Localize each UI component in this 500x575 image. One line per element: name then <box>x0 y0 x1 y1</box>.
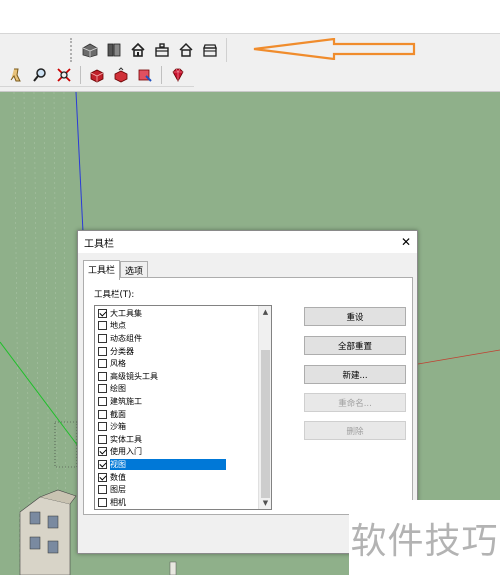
list-item-label: 绘图 <box>110 384 126 394</box>
list-item[interactable]: 绘图 <box>95 383 259 396</box>
dialog-tabs: 工具栏 选项 <box>83 259 149 280</box>
reset-button[interactable]: 重设 <box>304 307 406 326</box>
toolbar-list-items: 大工具集 地点 动态组件 分类器 风格 高级镜头工具 绘图 建筑施工 截面 沙箱… <box>95 307 259 509</box>
iso-view-button[interactable] <box>80 40 100 60</box>
views-toolbar <box>70 38 227 62</box>
top-view-icon <box>107 43 121 57</box>
extension-warehouse-icon <box>138 69 152 82</box>
list-item-label: 风格 <box>110 359 126 369</box>
front-view-icon <box>131 42 145 57</box>
list-item-label: 实体工具 <box>110 434 142 444</box>
checkbox[interactable] <box>98 422 107 432</box>
list-item[interactable]: 建筑施工 <box>95 395 259 408</box>
toolbar-separator <box>80 65 81 84</box>
checkbox[interactable] <box>98 497 107 507</box>
checkbox[interactable] <box>98 459 107 469</box>
extension-warehouse-button[interactable] <box>135 65 155 85</box>
right-view-button[interactable] <box>152 40 172 60</box>
list-item[interactable]: 使用入门 <box>95 446 259 459</box>
iso-view-icon <box>82 43 98 58</box>
checkbox[interactable] <box>98 359 107 369</box>
tools-toolbar <box>0 63 194 87</box>
list-item[interactable]: 截面 <box>95 408 259 421</box>
list-item-label: 相机 <box>110 497 126 507</box>
zoom-extents-icon <box>57 67 71 82</box>
scroll-up-icon[interactable]: ▲ <box>259 306 271 318</box>
list-item-label: 分类器 <box>110 346 134 356</box>
list-item-label: 地点 <box>110 321 126 331</box>
list-item-label: 图层 <box>110 485 126 495</box>
list-item-selected[interactable]: 视图 <box>95 458 259 471</box>
list-item[interactable]: 沙箱 <box>95 420 259 433</box>
scroll-down-icon[interactable]: ▼ <box>259 497 271 509</box>
walk-icon <box>10 68 21 81</box>
new-button[interactable]: 新建... <box>304 365 406 384</box>
zoom-extents-button[interactable] <box>54 65 74 85</box>
checkbox[interactable] <box>98 396 107 406</box>
ruby-button[interactable] <box>168 65 188 85</box>
rename-button[interactable]: 重命名... <box>304 393 406 412</box>
tab-panel: 工具栏(T): 大工具集 地点 动态组件 分类器 风格 高级镜头工具 绘图 建筑… <box>83 277 413 515</box>
checkbox[interactable] <box>98 321 107 331</box>
list-item-label: 大工具集 <box>110 308 142 318</box>
walk-button[interactable] <box>6 65 26 85</box>
zoom-icon <box>33 67 46 82</box>
watermark: 软件技巧 <box>349 500 500 575</box>
list-item[interactable]: 风格 <box>95 357 259 370</box>
list-item-label: 视图 <box>110 458 226 470</box>
front-view-button[interactable] <box>128 40 148 60</box>
right-view-icon <box>155 43 169 57</box>
list-item[interactable]: 地点 <box>95 320 259 333</box>
checkbox[interactable] <box>98 447 107 457</box>
annotation-arrow <box>253 38 416 60</box>
checkbox[interactable] <box>98 485 107 495</box>
checkbox[interactable] <box>98 472 107 482</box>
checkbox[interactable] <box>98 308 107 318</box>
back-view-button[interactable] <box>176 40 196 60</box>
toolbar-listbox[interactable]: 大工具集 地点 动态组件 分类器 风格 高级镜头工具 绘图 建筑施工 截面 沙箱… <box>94 305 272 510</box>
checkbox[interactable] <box>98 409 107 419</box>
list-scrollbar[interactable]: ▲ ▼ <box>258 306 271 509</box>
list-item-label: 沙箱 <box>110 422 126 432</box>
list-item-label: 截面 <box>110 409 126 419</box>
list-item[interactable]: 分类器 <box>95 345 259 358</box>
back-view-icon <box>179 42 193 57</box>
list-item-label: 动态组件 <box>110 333 142 343</box>
scroll-thumb[interactable] <box>261 350 270 498</box>
reset-all-button[interactable]: 全部重置 <box>304 336 406 355</box>
delete-button[interactable]: 删除 <box>304 421 406 440</box>
checkbox[interactable] <box>98 384 107 394</box>
ruby-icon <box>172 68 184 82</box>
warehouse-button[interactable] <box>87 65 107 85</box>
dialog-titlebar: 工具栏 ✕ <box>78 231 417 253</box>
list-item-label: 高级镜头工具 <box>110 371 158 381</box>
checkbox[interactable] <box>98 434 107 444</box>
checkbox[interactable] <box>98 371 107 381</box>
share-model-icon <box>114 66 128 82</box>
zoom-button[interactable] <box>30 65 50 85</box>
list-item[interactable]: 动态组件 <box>95 332 259 345</box>
share-model-button[interactable] <box>111 65 131 85</box>
toolbar-separator <box>161 65 162 84</box>
left-view-icon <box>203 44 217 57</box>
checkbox[interactable] <box>98 346 107 356</box>
warehouse-icon <box>90 69 104 82</box>
list-item-label: 使用入门 <box>110 447 142 457</box>
list-item[interactable]: 实体工具 <box>95 433 259 446</box>
list-item-label: 建筑施工 <box>110 396 142 406</box>
tab-toolbars[interactable]: 工具栏 <box>83 260 121 280</box>
title-area <box>0 0 500 34</box>
list-item[interactable]: 大工具集 <box>95 307 259 320</box>
list-item[interactable]: 高级镜头工具 <box>95 370 259 383</box>
toolbar-list-label: 工具栏(T): <box>94 290 135 300</box>
list-item[interactable]: 相机 <box>95 496 259 509</box>
list-item-label: 数值 <box>110 472 126 482</box>
list-item[interactable]: 数值 <box>95 471 259 484</box>
checkbox[interactable] <box>98 333 107 343</box>
list-item[interactable]: 图层 <box>95 483 259 496</box>
close-icon[interactable]: ✕ <box>401 235 411 249</box>
left-view-button[interactable] <box>200 40 220 60</box>
top-view-button[interactable] <box>104 40 124 60</box>
dialog-title: 工具栏 <box>84 238 114 250</box>
